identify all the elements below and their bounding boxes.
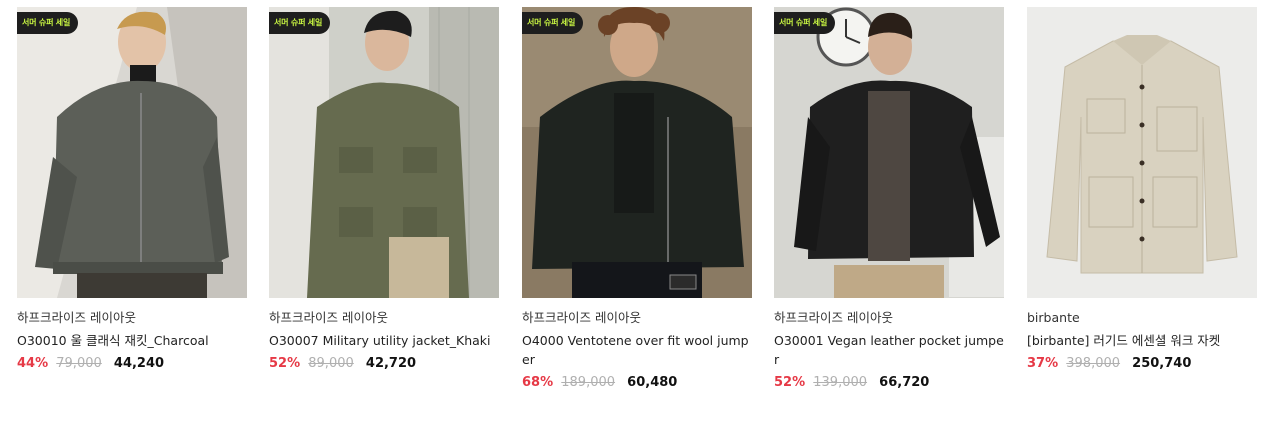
price-row: 44% 79,000 44,240: [17, 355, 247, 373]
product-card[interactable]: 서머 슈퍼 세일 하프크라이즈 레이아웃 O4000 Ventotene ove…: [522, 7, 752, 392]
sale-badge: 서머 슈퍼 세일: [269, 12, 331, 34]
sale-badge: 서머 슈퍼 세일: [17, 12, 79, 34]
product-card[interactable]: 서머 슈퍼 세일 하프크라이즈 레이아웃 O30007 Military uti…: [269, 7, 499, 373]
sale-price: 250,740: [1132, 356, 1192, 371]
product-title[interactable]: O30001 Vegan leather pocket jumper: [774, 331, 1006, 369]
sale-price: 42,720: [365, 356, 417, 371]
sale-price: 44,240: [113, 356, 165, 371]
product-brand[interactable]: 하프크라이즈 레이아웃: [269, 310, 499, 326]
product-brand[interactable]: 하프크라이즈 레이아웃: [17, 310, 247, 326]
original-price: 398,000: [1066, 356, 1121, 371]
product-brand[interactable]: 하프크라이즈 레이아웃: [774, 310, 1004, 326]
discount-rate: 52%: [774, 375, 806, 390]
discount-rate: 44%: [17, 356, 49, 371]
product-card[interactable]: 서머 슈퍼 세일 하프크라이즈 레이아웃 O30010 울 클래식 재킷_Cha…: [17, 7, 247, 373]
original-price: 79,000: [56, 356, 102, 371]
original-price: 189,000: [561, 375, 616, 390]
product-title[interactable]: [birbante] 러기드 에센셜 워크 자켓: [1027, 331, 1259, 350]
product-title[interactable]: O30007 Military utility jacket_Khaki: [269, 331, 501, 350]
price-row: 68% 189,000 60,480: [522, 374, 752, 392]
product-title[interactable]: O4000 Ventotene over fit wool jumper: [522, 331, 754, 369]
product-brand[interactable]: birbante: [1027, 310, 1257, 326]
discount-rate: 68%: [522, 375, 554, 390]
product-image[interactable]: 서머 슈퍼 세일: [774, 7, 1004, 298]
sale-price: 66,720: [879, 375, 930, 390]
price-row: 37% 398,000 250,740: [1027, 355, 1257, 373]
product-image[interactable]: 서머 슈퍼 세일: [17, 7, 247, 298]
price-row: 52% 139,000 66,720: [774, 374, 1004, 392]
sale-badge: 서머 슈퍼 세일: [522, 12, 584, 34]
original-price: 139,000: [813, 375, 868, 390]
product-image[interactable]: 서머 슈퍼 세일: [522, 7, 752, 298]
product-brand[interactable]: 하프크라이즈 레이아웃: [522, 310, 752, 326]
product-card[interactable]: birbante [birbante] 러기드 에센셜 워크 자켓 37% 39…: [1027, 7, 1257, 373]
sale-badge: 서머 슈퍼 세일: [774, 12, 836, 34]
price-row: 52% 89,000 42,720: [269, 355, 499, 373]
sale-price: 60,480: [627, 375, 678, 390]
discount-rate: 52%: [269, 356, 301, 371]
product-image[interactable]: 서머 슈퍼 세일: [269, 7, 499, 298]
product-card[interactable]: 서머 슈퍼 세일 하프크라이즈 레이아웃 O30001 Vegan leathe…: [774, 7, 1004, 392]
discount-rate: 37%: [1027, 356, 1059, 371]
product-image[interactable]: [1027, 7, 1257, 298]
product-title[interactable]: O30010 울 클래식 재킷_Charcoal: [17, 331, 249, 350]
original-price: 89,000: [308, 356, 354, 371]
